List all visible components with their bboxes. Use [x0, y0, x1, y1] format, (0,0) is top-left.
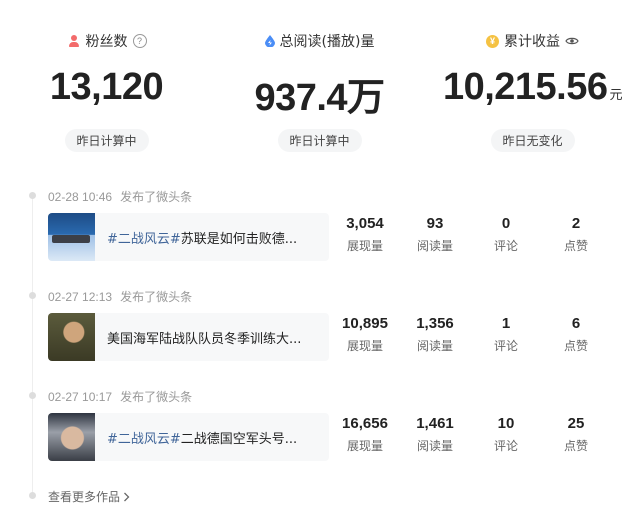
- stat-followers: 粉丝数 ? 13,120 昨日计算中: [0, 0, 213, 160]
- metric-reads: 1,356 阅读量: [400, 315, 470, 354]
- metric-value: 2: [571, 215, 581, 232]
- stat-earnings-label: 累计收益: [504, 34, 560, 50]
- entry-meta: 02-28 10:46 发布了微头条: [48, 188, 192, 205]
- metric-impressions: 16,656 展现量: [330, 415, 400, 454]
- timeline-dot: [29, 292, 36, 299]
- post-hashtag[interactable]: #二战风云#: [107, 232, 181, 247]
- eye-icon[interactable]: [565, 36, 579, 46]
- post-hashtag[interactable]: #二战风云#: [107, 432, 181, 447]
- entry-meta: 02-27 10:17 发布了微头条: [48, 388, 192, 405]
- timeline-dot: [29, 192, 36, 199]
- entry-meta: 02-27 12:13 发布了微头条: [48, 288, 192, 305]
- metric-reads: 1,461 阅读量: [400, 415, 470, 454]
- stat-earnings-value: 10,215.56 元: [442, 66, 623, 108]
- metric-comments: 10 评论: [471, 415, 541, 454]
- metric-value: 16,656: [342, 415, 388, 432]
- view-more-label[interactable]: 查看更多作品: [48, 488, 120, 505]
- timeline-line: [32, 196, 33, 496]
- person-icon: [67, 34, 81, 48]
- metric-label: 展现量: [346, 339, 383, 353]
- post-card[interactable]: #二战风云#二战德国空军头号...: [48, 413, 329, 461]
- entry-time: 02-27 12:13: [48, 290, 113, 304]
- post-title[interactable]: #二战风云#苏联是如何击败德...: [107, 228, 297, 247]
- coin-icon: ¥: [486, 34, 499, 48]
- metric-likes: 25 点赞: [541, 415, 611, 454]
- stat-reads: 总阅读(播放)量 937.4万 昨日计算中: [213, 0, 426, 160]
- post-thumbnail: [48, 313, 95, 361]
- metric-label: 阅读量: [416, 239, 453, 253]
- view-more-link[interactable]: 查看更多作品: [48, 488, 130, 505]
- stat-reads-label: 总阅读(播放)量: [279, 34, 375, 50]
- metric-label: 评论: [493, 339, 518, 353]
- metric-impressions: 3,054 展现量: [330, 215, 400, 254]
- metric-value: 1,461: [416, 415, 454, 432]
- stat-earnings-note: 昨日无变化: [490, 129, 575, 152]
- stat-followers-label: 粉丝数: [85, 34, 128, 50]
- metric-value: 3,054: [346, 215, 384, 232]
- stat-followers-label-row: 粉丝数 ?: [0, 31, 213, 51]
- post-title[interactable]: #二战风云#二战德国空军头号...: [107, 428, 297, 447]
- stat-reads-label-row: 总阅读(播放)量: [213, 31, 426, 51]
- stat-earnings-unit: 元: [609, 87, 623, 102]
- timeline-dot: [29, 392, 36, 399]
- metric-value: 6: [571, 315, 581, 332]
- metric-label: 阅读量: [416, 339, 453, 353]
- post-title[interactable]: 美国海军陆战队队员冬季训练大...: [107, 328, 301, 347]
- stat-followers-value: 13,120: [49, 66, 164, 108]
- chevron-right-icon: [124, 492, 130, 501]
- metric-label: 阅读量: [416, 439, 453, 453]
- stat-reads-value: 937.4万: [254, 77, 385, 119]
- post-thumbnail: [48, 413, 95, 461]
- post-card[interactable]: #二战风云#苏联是如何击败德...: [48, 213, 329, 261]
- metric-likes: 6 点赞: [541, 315, 611, 354]
- metric-value: 1,356: [416, 315, 454, 332]
- drop-icon: [264, 35, 275, 47]
- help-circle-icon[interactable]: ?: [132, 34, 147, 48]
- metric-value: 25: [567, 415, 585, 432]
- metric-impressions: 10,895 展现量: [330, 315, 400, 354]
- metric-value: 10: [497, 415, 515, 432]
- metric-comments: 0 评论: [471, 215, 541, 254]
- metric-value: 93: [426, 215, 444, 232]
- metric-label: 评论: [493, 239, 518, 253]
- stat-earnings-label-row: ¥ 累计收益: [426, 31, 639, 51]
- timeline-dot: [29, 492, 36, 499]
- metric-comments: 1 评论: [471, 315, 541, 354]
- metric-value: 1: [501, 315, 511, 332]
- metric-value: 10,895: [342, 315, 388, 332]
- metric-label: 评论: [493, 439, 518, 453]
- stat-reads-note: 昨日计算中: [277, 129, 362, 152]
- metric-label: 展现量: [346, 239, 383, 253]
- metric-label: 点赞: [563, 439, 588, 453]
- metric-value: 0: [501, 215, 511, 232]
- stat-followers-note: 昨日计算中: [64, 129, 149, 152]
- metric-reads: 93 阅读量: [400, 215, 470, 254]
- metric-label: 点赞: [563, 239, 588, 253]
- metric-likes: 2 点赞: [541, 215, 611, 254]
- metric-label: 展现量: [346, 439, 383, 453]
- metric-label: 点赞: [563, 339, 588, 353]
- post-card[interactable]: 美国海军陆战队队员冬季训练大...: [48, 313, 329, 361]
- post-thumbnail: [48, 213, 95, 261]
- stats-overview: 粉丝数 ? 13,120 昨日计算中 总阅读(播放)量 937.4万 昨日计算中…: [0, 0, 639, 160]
- entry-action: 发布了微头条: [120, 290, 193, 304]
- entry-time: 02-28 10:46: [48, 190, 113, 204]
- entry-action: 发布了微头条: [120, 190, 193, 204]
- stat-earnings: ¥ 累计收益 10,215.56 元 昨日无变化: [426, 0, 639, 160]
- entry-action: 发布了微头条: [120, 390, 193, 404]
- entry-time: 02-27 10:17: [48, 390, 113, 404]
